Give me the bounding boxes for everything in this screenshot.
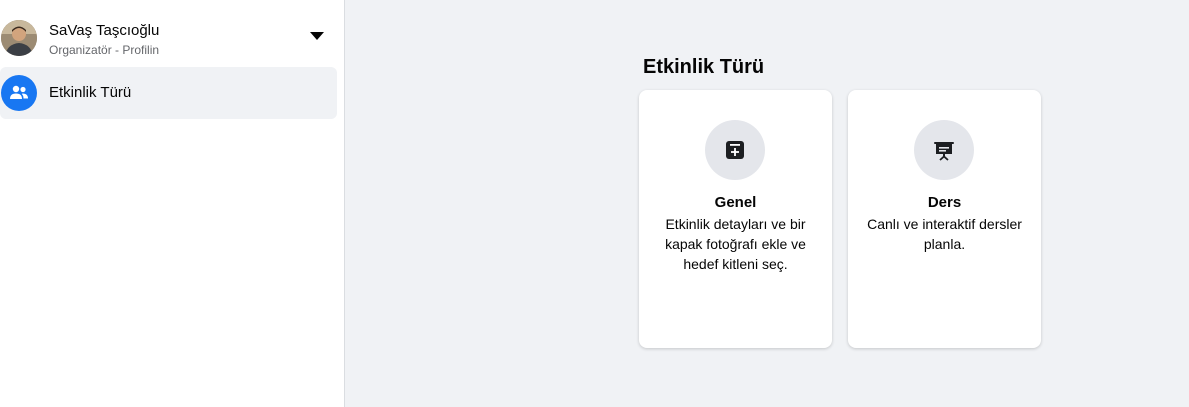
event-type-card-ders[interactable]: Ders Canlı ve interaktif dersler planla. [848,90,1041,348]
sidebar-item-etkinlik-turu[interactable]: Etkinlik Türü [0,67,337,119]
avatar [1,20,37,56]
presentation-icon [914,120,974,180]
card-description: Etkinlik detayları ve bir kapak fotoğraf… [665,216,806,272]
event-type-card-genel[interactable]: Genel Etkinlik detayları ve bir kapak fo… [639,90,832,348]
calendar-plus-icon [705,120,765,180]
sidebar-item-label: Etkinlik Türü [49,84,132,101]
profile-name: SaVaş Taşcıoğlu [49,22,160,39]
card-description: Canlı ve interaktif dersler planla. [867,216,1022,252]
caret-down-icon[interactable] [309,30,325,42]
page-title: Etkinlik Türü [643,56,765,78]
card-title: Ders [927,194,962,211]
profile-subtitle: Organizatör - Profilin [49,43,160,57]
profile-switcher[interactable]: SaVaş Taşcıoğlu Organizatör - Profilin [0,16,345,62]
sidebar: SaVaş Taşcıoğlu Organizatör - Profilin E… [0,0,345,407]
card-title: Genel [714,194,757,211]
people-icon [1,75,37,111]
